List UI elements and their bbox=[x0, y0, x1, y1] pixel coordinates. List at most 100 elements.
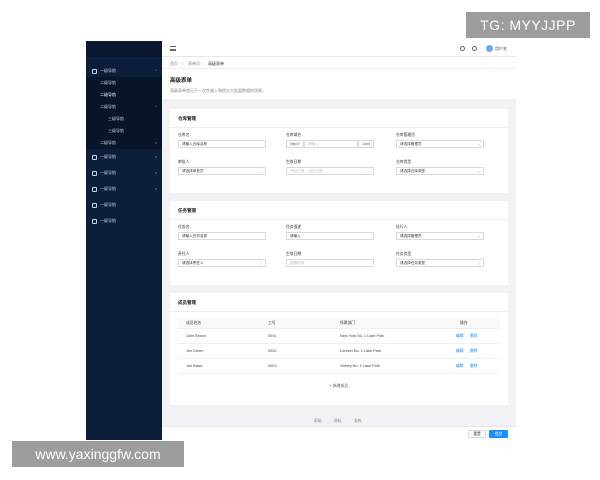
sidebar-logo-area bbox=[86, 41, 162, 57]
chevron-down-icon: v bbox=[155, 140, 157, 145]
sidebar-item-level1[interactable]: 一级导航 bbox=[86, 199, 162, 211]
users-icon bbox=[92, 218, 97, 224]
grid-icon bbox=[92, 154, 97, 160]
main-content: 用户名 首页 / 表单页 / 高级表单 高级表单 高级表单常见于一次性输入和提交… bbox=[162, 41, 516, 440]
submit-button[interactable]: 提交 bbox=[489, 430, 508, 438]
edit-link[interactable]: 编辑 bbox=[456, 334, 464, 339]
select-value: 请选择任务类型 bbox=[400, 260, 426, 265]
table-row: Jim Green 0002 London No. 1 Lake Park 编辑… bbox=[178, 344, 500, 359]
sidebar-item-label: 一级导航 bbox=[100, 218, 116, 223]
select-value: 请选择管理员 bbox=[400, 233, 422, 238]
top-header: 用户名 bbox=[162, 41, 516, 57]
input-value: 请输入 bbox=[290, 233, 301, 238]
chevron-down-icon: v bbox=[155, 154, 157, 159]
table-header: 成员姓名 工号 所属部门 操作 bbox=[178, 317, 500, 329]
task-type-select[interactable]: 请选择任务类型 v bbox=[396, 259, 484, 267]
field-label: 任务名 bbox=[178, 225, 190, 229]
column-header: 操作 bbox=[460, 321, 468, 325]
input-placeholder: 提醒时间 bbox=[290, 260, 305, 265]
approver-select[interactable]: 请选择审批员 v bbox=[178, 167, 266, 175]
sidebar-item-label: 二级导航 bbox=[100, 140, 116, 145]
sidebar-item-label: 二级导航 bbox=[100, 104, 116, 109]
delete-link[interactable]: 删除 bbox=[470, 364, 478, 369]
sidebar-item-level2-open[interactable]: 二级导航 ^ bbox=[86, 101, 162, 113]
page-description: 高级表单常见于一次性输入和提交大批量数据的场景。 bbox=[170, 88, 266, 93]
chevron-down-icon: v bbox=[155, 170, 157, 175]
menu-toggle-icon[interactable] bbox=[170, 46, 176, 51]
warehouse-type-select[interactable]: 请选择仓库类型 v bbox=[396, 167, 484, 175]
delete-link[interactable]: 删除 bbox=[470, 349, 478, 354]
field-label: 仓库名 bbox=[178, 133, 190, 137]
reminder-time-picker[interactable]: 提醒时间 bbox=[286, 259, 374, 267]
chevron-down-icon: v bbox=[260, 169, 262, 174]
add-member-button[interactable]: + 新增成员 bbox=[178, 381, 500, 391]
sidebar: 一级导航 ^ 二级导航 二级导航 二级导航 ^ 三级导航 三级导航 二级导航 v… bbox=[86, 41, 162, 440]
delete-link[interactable]: 删除 bbox=[470, 334, 478, 339]
chevron-down-icon: v bbox=[260, 261, 262, 266]
executor-select[interactable]: 请选择管理员 v bbox=[396, 232, 484, 240]
warehouse-domain-input[interactable]: 请输入 bbox=[304, 140, 358, 148]
menu-icon bbox=[92, 68, 97, 74]
sidebar-item-level2[interactable]: 二级导航 bbox=[86, 77, 162, 89]
breadcrumb-home[interactable]: 首页 bbox=[170, 61, 178, 67]
watermark-top: TG: MYYJJPP bbox=[466, 12, 590, 38]
breadcrumb-bar: 首页 / 表单页 / 高级表单 bbox=[162, 57, 516, 69]
form-action-bar: 重置 提交 bbox=[162, 426, 516, 440]
member-name: John Brown bbox=[186, 334, 207, 338]
sidebar-item-level2[interactable]: 二级导航 v bbox=[86, 137, 162, 149]
table-row: Joe Black 0003 Sidney No. 1 Lake Park 编辑… bbox=[178, 359, 500, 374]
sidebar-item-level1[interactable]: 一级导航 v bbox=[86, 151, 162, 163]
breadcrumb-current: 高级表单 bbox=[208, 61, 224, 66]
avatar[interactable] bbox=[486, 45, 493, 52]
field-label: 责任人 bbox=[178, 252, 190, 256]
select-value: 请选择仓库类型 bbox=[400, 168, 426, 173]
sidebar-item-label: 一级导航 bbox=[100, 186, 116, 191]
search-icon[interactable] bbox=[460, 46, 465, 51]
member-dept: Sidney No. 1 Lake Park bbox=[340, 364, 380, 368]
card-title: 任务管理 bbox=[178, 208, 196, 213]
field-label: 仓库域名 bbox=[286, 133, 302, 137]
sidebar-item-level2-active[interactable]: 二级导航 bbox=[86, 89, 162, 101]
owner-select[interactable]: 请选择责任人 v bbox=[178, 259, 266, 267]
username[interactable]: 用户名 bbox=[495, 46, 507, 52]
task-name-input[interactable]: 请输入任务名称 bbox=[178, 232, 266, 240]
field-label: 生效日期 bbox=[286, 252, 302, 256]
breadcrumb-form[interactable]: 表单页 bbox=[188, 61, 200, 67]
chevron-down-icon: v bbox=[478, 142, 480, 147]
reset-button[interactable]: 重置 bbox=[468, 430, 486, 438]
sidebar-item-level1[interactable]: 一级导航 v bbox=[86, 183, 162, 195]
sidebar-item-level3[interactable]: 三级导航 bbox=[86, 125, 162, 137]
chevron-down-icon: v bbox=[478, 169, 480, 174]
input-value: 请输入任务名称 bbox=[182, 233, 208, 238]
date-range-picker[interactable]: 开始日期 ~ 结束日期 ▭ bbox=[286, 167, 374, 175]
sidebar-item-label: 一级导航 bbox=[100, 202, 116, 207]
sidebar-item-label: 二级导航 bbox=[100, 80, 116, 85]
footer-link-help[interactable]: 帮助 bbox=[314, 419, 322, 424]
field-label: 仓库类型 bbox=[396, 160, 412, 164]
layers-icon bbox=[92, 186, 97, 192]
input-value: 请输入仓库名称 bbox=[182, 141, 208, 146]
edit-link[interactable]: 编辑 bbox=[456, 364, 464, 369]
sidebar-item-label: 三级导航 bbox=[108, 128, 124, 133]
warehouse-admin-select[interactable]: 请选择管理员 v bbox=[396, 140, 484, 148]
footer-link-terms[interactable]: 条款 bbox=[354, 419, 362, 424]
bell-icon[interactable] bbox=[472, 46, 477, 51]
chevron-down-icon: v bbox=[155, 186, 157, 191]
sidebar-item-label: 三级导航 bbox=[108, 116, 124, 121]
member-name: Jim Green bbox=[186, 349, 204, 353]
edit-link[interactable]: 编辑 bbox=[456, 349, 464, 354]
sidebar-item-level1[interactable]: 一级导航 bbox=[86, 215, 162, 227]
page-header bbox=[162, 69, 516, 99]
task-description-input[interactable]: 请输入 bbox=[286, 232, 374, 240]
sidebar-item-level3[interactable]: 三级导航 bbox=[86, 113, 162, 125]
member-id: 0002 bbox=[268, 349, 277, 353]
sidebar-item-level1[interactable]: 一级导航 v bbox=[86, 167, 162, 179]
sidebar-item-level1-open[interactable]: 一级导航 ^ bbox=[86, 65, 162, 77]
footer-link-privacy[interactable]: 隐私 bbox=[334, 419, 342, 424]
sidebar-item-label: 一级导航 bbox=[100, 170, 116, 175]
input-placeholder: 开始日期 ~ 结束日期 bbox=[290, 168, 323, 173]
input-placeholder: 请输入 bbox=[308, 141, 319, 146]
warehouse-name-input[interactable]: 请输入仓库名称 bbox=[178, 140, 266, 148]
members-card: 成员管理 成员姓名 工号 所属部门 操作 John Brown 0001 New… bbox=[170, 293, 508, 405]
watermark-bottom: www.yaxinggfw.com bbox=[12, 441, 184, 467]
